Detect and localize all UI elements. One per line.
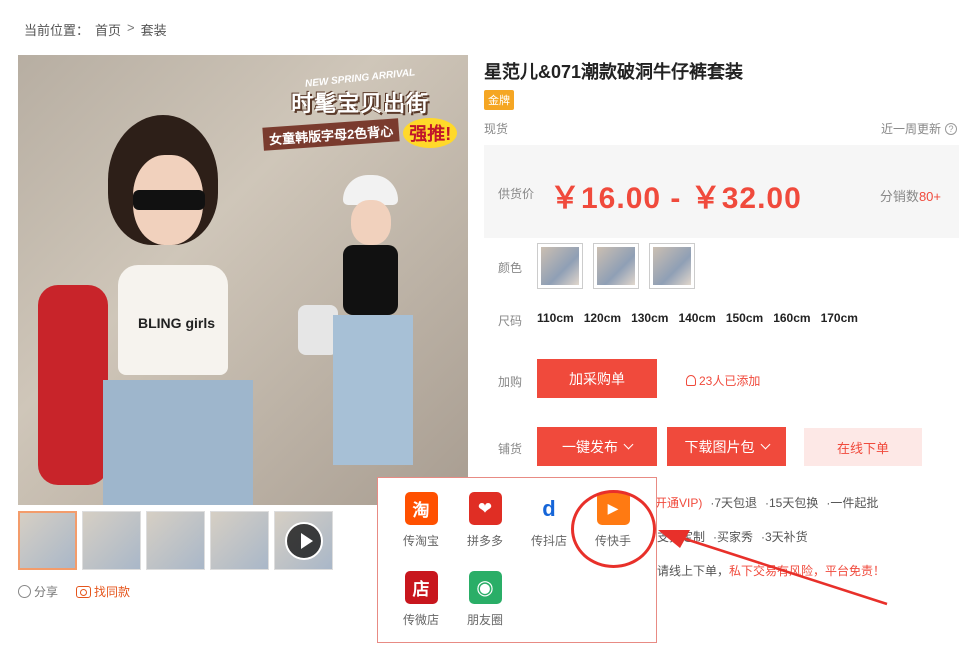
product-title: 星范儿&071潮款破洞牛仔裤套装 [484, 62, 744, 82]
find-similar-button[interactable]: 找同款 [76, 583, 130, 600]
update-label: 近一周更新 [880, 122, 941, 136]
camera-icon [76, 585, 92, 598]
breadcrumb-current[interactable]: 套装 [141, 20, 167, 39]
model-small-figure [298, 175, 428, 495]
promo-banner: NEW SPRING ARRIVAL 时髦宝贝出街 女童韩版字母2色背心 强推! [262, 67, 458, 151]
publish-taobao-item[interactable]: 淘 传淘宝 [389, 492, 453, 549]
size-option[interactable]: 160cm [773, 311, 810, 325]
breadcrumb-label: 当前位置： [24, 23, 90, 38]
main-product-image[interactable]: BLING girls NEW SPRING ARRIVAL 时髦宝贝出街 女童… [18, 55, 468, 505]
annotation-arrow-icon [658, 530, 888, 606]
service-tags: 开通VIP) ·7天包退 ·15天包换 ·一件起批 [655, 494, 878, 511]
user-icon [686, 375, 696, 386]
service-tag: ·15天包换 [765, 496, 819, 510]
publish-label: 一键发布 [562, 438, 618, 455]
size-option[interactable]: 140cm [678, 311, 715, 325]
distribution-label: 分销数 [879, 189, 919, 204]
color-swatches [537, 243, 695, 289]
size-option[interactable]: 120cm [584, 311, 621, 325]
vip-link[interactable]: 开通VIP) [655, 494, 702, 511]
model-girl-figure: BLING girls [38, 115, 258, 505]
chevron-down-icon [623, 439, 634, 450]
download-images-button[interactable]: 下载图片包 [667, 427, 786, 466]
thumbnail-strip [18, 511, 333, 570]
distribution-number: 80+ [918, 189, 941, 204]
stock-status: 现货 [484, 122, 509, 136]
publish-moments-item[interactable]: ◉ 朋友圈 [453, 571, 517, 628]
breadcrumb-separator: > [127, 20, 135, 35]
shirt-print-text: BLING girls [138, 315, 216, 331]
size-label: 尺码 [498, 314, 523, 328]
pinduoduo-icon: ❤ [468, 492, 502, 525]
online-order-button[interactable]: 在线下单 [804, 428, 922, 466]
one-click-publish-button[interactable]: 一键发布 [537, 427, 657, 466]
service-tag: ·7天包退 [710, 496, 758, 510]
highlight-circle [571, 490, 656, 568]
share-button[interactable]: 分享 [18, 583, 58, 600]
play-icon[interactable] [285, 522, 323, 560]
distribution-count: 分销数80+ [880, 186, 941, 205]
publish-moments-label: 朋友圈 [466, 613, 503, 627]
banner-sub-text: 女童韩版字母2色背心 [262, 118, 400, 151]
size-option[interactable]: 170cm [821, 311, 858, 325]
find-similar-label: 找同款 [94, 585, 131, 599]
size-option[interactable]: 110cm [537, 311, 574, 325]
added-count: 23人已添加 [686, 372, 760, 389]
thumbnail-4[interactable] [210, 511, 269, 570]
douyin-store-icon: d [532, 492, 566, 525]
purchase-label: 加购 [498, 375, 523, 389]
size-option[interactable]: 150cm [726, 311, 763, 325]
gold-badge: 金牌 [484, 90, 514, 110]
weidian-icon: 店 [404, 571, 438, 604]
thumbnail-1[interactable] [18, 511, 77, 570]
add-to-purchase-button[interactable]: 加采购单 [537, 359, 657, 398]
price-label: 供货价 [498, 187, 535, 201]
banner-strong-text: 强推! [403, 118, 458, 148]
price-range: ￥16.00 - ￥32.00 [550, 182, 802, 215]
price-box: 供货价 ￥16.00 - ￥32.00 分销数80+ [484, 145, 959, 238]
color-swatch-1[interactable] [537, 243, 583, 289]
publish-douyin-label: 传抖店 [530, 534, 567, 548]
shop-label: 铺货 [498, 442, 523, 456]
service-tag: ·一件起批 [826, 496, 879, 510]
thumbnail-2[interactable] [82, 511, 141, 570]
publish-pinduoduo-label: 拼多多 [466, 534, 503, 548]
size-option[interactable]: 130cm [631, 311, 668, 325]
download-label: 下载图片包 [684, 438, 755, 455]
color-swatch-2[interactable] [593, 243, 639, 289]
share-icon [18, 585, 31, 598]
breadcrumb-home-link[interactable]: 首页 [95, 20, 121, 39]
publish-weidian-item[interactable]: 店 传微店 [389, 571, 453, 628]
publish-weidian-label: 传微店 [402, 613, 439, 627]
breadcrumb: 当前位置： 首页 > 套装 [24, 20, 167, 39]
help-icon[interactable]: ? [945, 122, 957, 135]
taobao-icon: 淘 [404, 492, 438, 525]
publish-pinduoduo-item[interactable]: ❤ 拼多多 [453, 492, 517, 549]
share-label: 分享 [34, 585, 59, 599]
color-swatch-3[interactable] [649, 243, 695, 289]
share-row: 分享 找同款 [18, 583, 130, 600]
chevron-down-icon [760, 439, 770, 450]
product-page: 当前位置： 首页 > 套装 BLING girls NEW SPRING ARR… [0, 0, 979, 669]
publish-taobao-label: 传淘宝 [402, 534, 439, 548]
added-count-text: 23人已添加 [699, 374, 761, 388]
color-label: 颜色 [498, 261, 523, 275]
thumbnail-3[interactable] [146, 511, 205, 570]
moments-icon: ◉ [468, 571, 502, 604]
thumbnail-video[interactable] [274, 511, 333, 570]
update-status: 近一周更新 ? [881, 120, 957, 137]
size-options: 110cm 120cm 130cm 140cm 150cm 160cm 170c… [537, 311, 858, 325]
